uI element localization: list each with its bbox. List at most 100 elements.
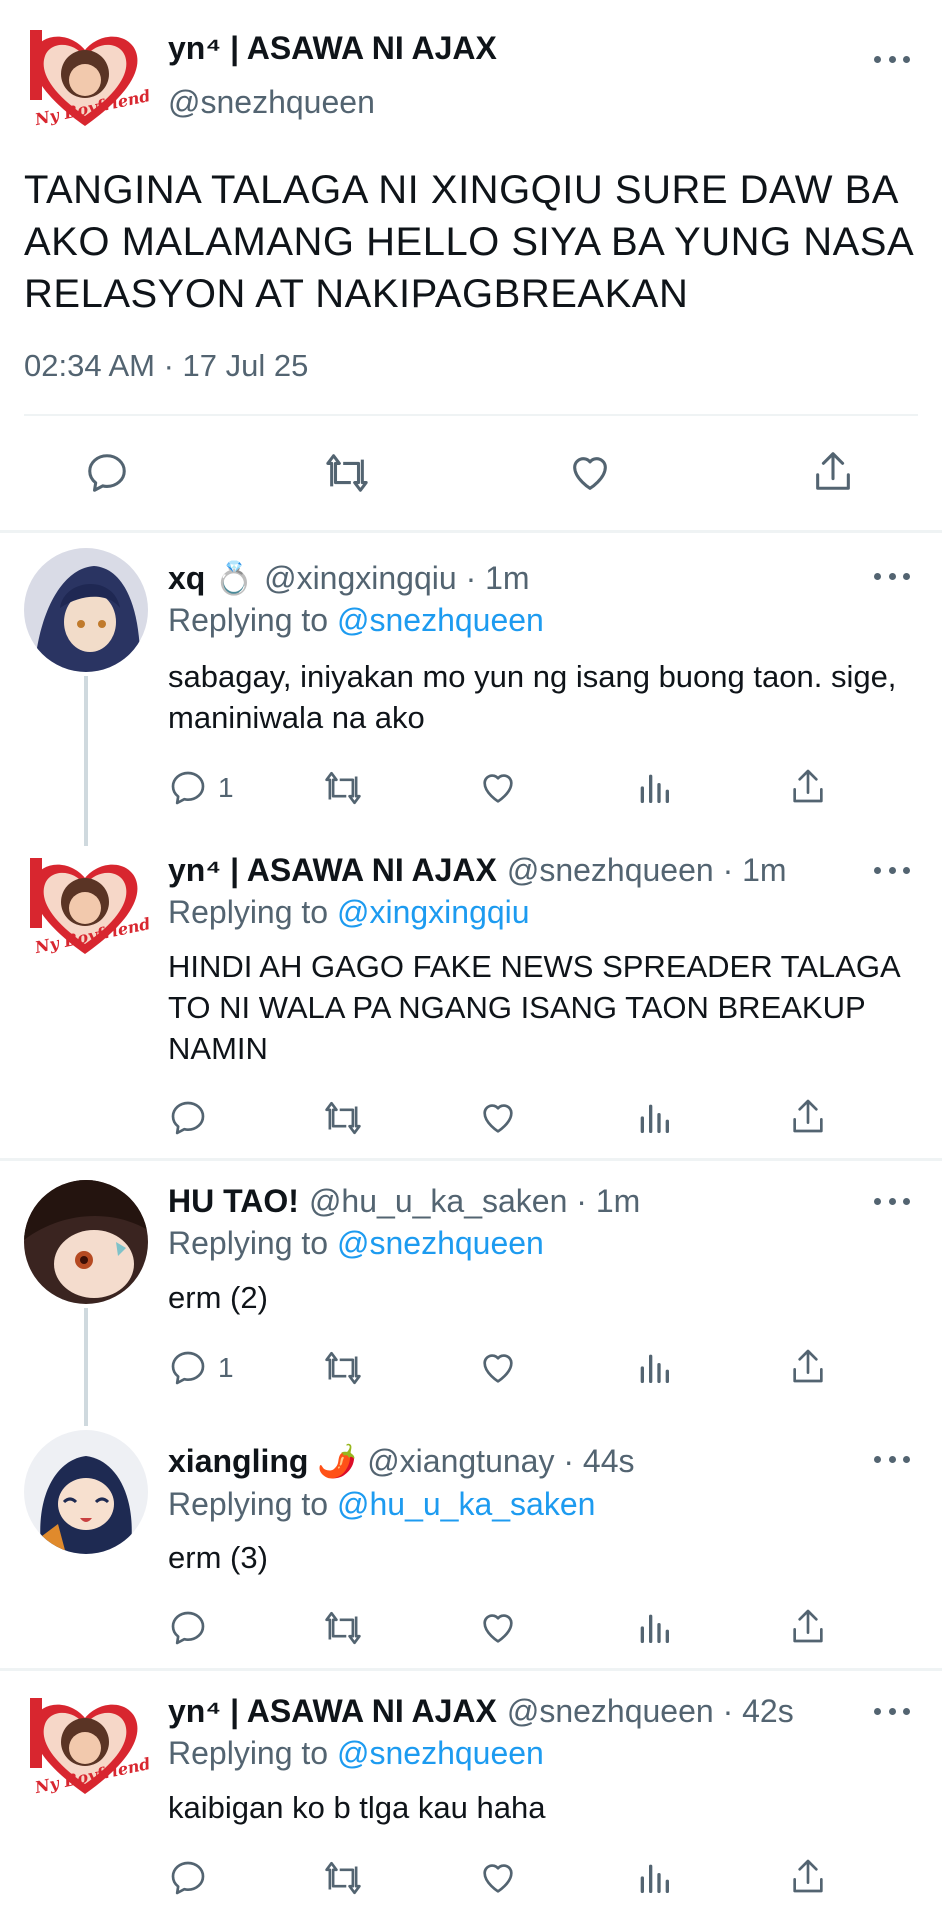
heart-icon [483,774,513,803]
reply-handle-time[interactable]: @xingxingqiu · 1m [264,560,529,596]
reply-header: xiangling 🌶️ @xiangtunay · 44s [168,1441,634,1481]
retweet-button[interactable] [320,450,374,496]
like-button[interactable] [478,1348,518,1388]
replying-to-mention[interactable]: @snezhqueen [337,602,544,638]
character-avatar-icon [24,548,148,672]
share-button[interactable] [788,1346,828,1386]
replying-to-label: Replying to [168,602,337,638]
thread-connector [84,1308,88,1426]
reply-text: sabagay, iniyakan mo yun ng isang buong … [168,659,897,735]
views-button[interactable] [634,1608,674,1648]
share-icon [793,1349,823,1383]
like-button[interactable] [478,1098,518,1138]
reply-author-name[interactable]: xq 💍 [168,560,254,596]
retweet-button[interactable] [320,1608,366,1648]
reply-author-name[interactable]: yn⁴ | ASAWA NI AJAX [168,852,497,888]
reply-icon [171,1611,205,1645]
retweet-icon [325,771,361,805]
share-button[interactable] [810,448,856,494]
share-icon [793,1859,823,1893]
views-button[interactable] [634,1098,674,1138]
views-button[interactable] [634,768,674,808]
retweet-button[interactable] [320,1348,366,1388]
share-icon [793,1099,823,1133]
reply-icon [171,1351,205,1385]
section-divider [0,1158,942,1161]
heart-icon [573,457,607,490]
more-options-icon[interactable] [874,1453,910,1465]
reply-avatar[interactable] [24,548,148,672]
share-button[interactable] [788,1856,828,1896]
share-button[interactable] [788,766,828,806]
more-options-icon[interactable] [874,53,910,65]
retweet-button[interactable] [320,1858,366,1898]
analytics-icon [640,774,669,803]
author-handle[interactable]: @snezhqueen [168,84,375,121]
views-button[interactable] [634,1348,674,1388]
like-button[interactable] [566,450,614,496]
retweet-button[interactable] [320,1098,366,1138]
replying-to-mention[interactable]: @hu_u_ka_saken [337,1486,595,1522]
replying-to-label: Replying to [168,894,337,930]
reply-handle-time[interactable]: @snezhqueen · 42s [507,1693,794,1729]
reply-button[interactable]: 1 [168,768,234,808]
replying-to: Replying to @hu_u_ka_saken [168,1484,595,1524]
replying-to-mention[interactable]: @xingxingqiu [337,894,530,930]
reply-button[interactable]: 1 [168,1348,234,1388]
reply-handle-time[interactable]: @hu_u_ka_saken · 1m [309,1183,640,1219]
author-name[interactable]: yn⁴ | ASAWA NI AJAX [168,30,497,67]
analytics-icon [640,1864,669,1893]
replying-to: Replying to @snezhqueen [168,600,544,640]
replying-to-label: Replying to [168,1486,337,1522]
author-avatar[interactable]: Ny Boyfriend [20,24,152,134]
more-options-icon[interactable] [874,1195,910,1207]
reply-text: erm (2) [168,1280,268,1315]
reply-avatar[interactable] [24,1180,148,1304]
more-options-icon[interactable] [874,864,910,876]
reply-button[interactable] [84,450,130,496]
more-options-icon[interactable] [874,1705,910,1717]
character-avatar-icon [24,1430,148,1554]
like-button[interactable] [478,1608,518,1648]
share-button[interactable] [788,1096,828,1136]
reply-header: xq 💍 @xingxingqiu · 1m [168,558,530,598]
retweet-icon [325,1351,361,1385]
replying-to-mention[interactable]: @snezhqueen [337,1225,544,1261]
reply-button[interactable] [168,1098,218,1138]
reply-author-name[interactable]: HU TAO! [168,1183,299,1219]
divider [24,414,918,416]
reply-avatar[interactable]: Ny Boyfriend [20,1692,152,1802]
reply-header: HU TAO! @hu_u_ka_saken · 1m [168,1181,640,1221]
tweet-text: TANGINA TALAGA NI XINGQIU SURE DAW BA AK… [24,168,912,316]
reply-count: 1 [218,772,234,803]
views-button[interactable] [634,1858,674,1898]
reply-avatar[interactable] [24,1430,148,1554]
reply-avatar[interactable]: Ny Boyfriend [20,852,152,962]
share-button[interactable] [788,1606,828,1646]
reply-button[interactable] [168,1608,218,1648]
reply-handle-time[interactable]: @xiangtunay · 44s [367,1443,634,1479]
tweet-timestamp[interactable]: 02:34 AM · 17 Jul 25 [24,348,308,384]
heart-icon [483,1614,513,1643]
analytics-icon [640,1614,669,1643]
replying-to-label: Replying to [168,1225,337,1261]
reply-handle-time[interactable]: @snezhqueen · 1m [507,852,787,888]
retweet-icon [326,454,368,492]
replying-to: Replying to @snezhqueen [168,1733,544,1773]
like-button[interactable] [478,768,518,808]
like-button[interactable] [478,1858,518,1898]
reply-text: kaibigan ko b tlga kau haha [168,1790,546,1825]
reply-author-name[interactable]: xiangling 🌶️ [168,1443,357,1479]
retweet-icon [325,1101,361,1135]
retweet-button[interactable] [320,768,366,808]
retweet-icon [325,1861,361,1895]
reply-text: erm (3) [168,1540,268,1575]
share-icon [816,452,850,490]
reply-count: 1 [218,1352,234,1383]
heart-icon [483,1104,513,1133]
reply-author-name[interactable]: yn⁴ | ASAWA NI AJAX [168,1693,497,1729]
reply-button[interactable] [168,1858,218,1898]
replying-to-mention[interactable]: @snezhqueen [337,1735,544,1771]
share-icon [793,769,823,803]
more-options-icon[interactable] [874,570,910,582]
